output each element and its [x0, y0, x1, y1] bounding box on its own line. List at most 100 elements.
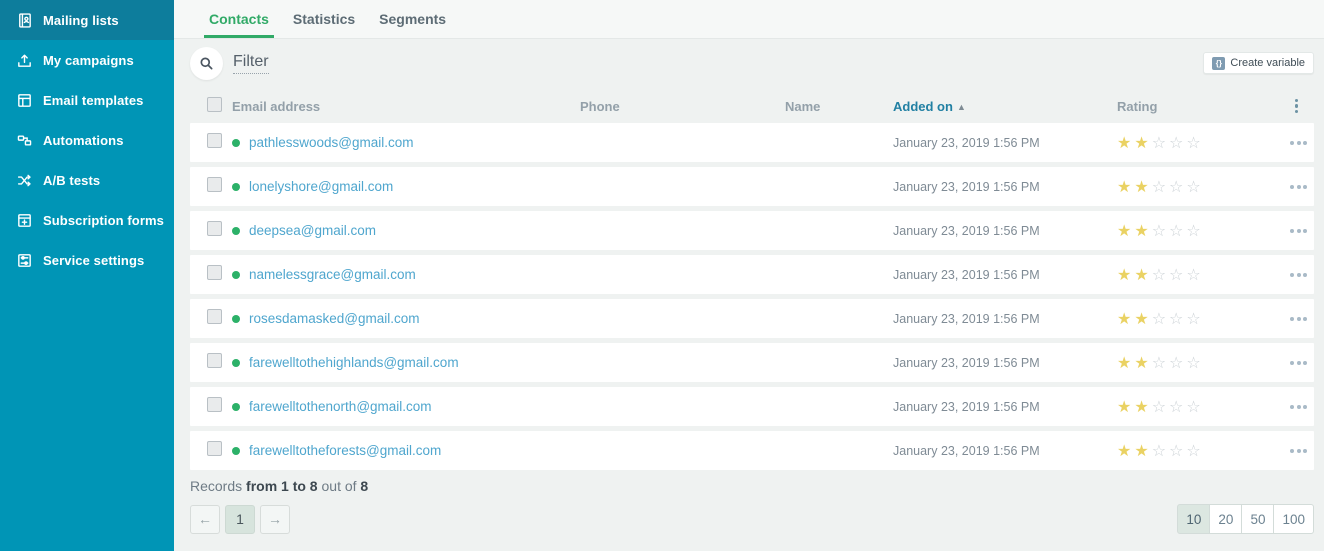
sidebar-item-mailing-lists[interactable]: Mailing lists [0, 0, 174, 40]
row-checkbox[interactable] [207, 440, 222, 456]
row-menu-icon[interactable] [1287, 402, 1310, 412]
star-filled-icon: ★ [1117, 310, 1132, 328]
sidebar-nav: Mailing lists My campaigns Email templat… [0, 0, 174, 280]
page-1-button[interactable]: 1 [225, 504, 255, 534]
star-empty-icon: ☆ [1186, 354, 1201, 372]
added-on-cell: January 23, 2019 1:56 PM [893, 399, 1040, 414]
star-filled-icon: ★ [1117, 222, 1132, 240]
row-checkbox[interactable] [207, 396, 222, 412]
rating-stars: ★ ★ ☆ ☆ ☆ [1117, 265, 1287, 285]
page-size-10-button[interactable]: 10 [1177, 504, 1211, 534]
sidebar-item-email-templates[interactable]: Email templates [0, 80, 174, 120]
row-checkbox[interactable] [207, 308, 222, 324]
star-empty-icon: ☆ [1169, 310, 1184, 328]
email-link[interactable]: pathlesswoods@gmail.com [249, 135, 414, 150]
row-menu-icon[interactable] [1287, 182, 1310, 192]
star-empty-icon: ☆ [1186, 178, 1201, 196]
sidebar-item-label: Automations [43, 132, 124, 148]
page-size-100-button[interactable]: 100 [1273, 504, 1314, 534]
column-header-phone[interactable]: Phone [580, 99, 785, 114]
records-label: Records [190, 478, 243, 494]
page-size-50-button[interactable]: 50 [1241, 504, 1275, 534]
select-all-checkbox[interactable] [207, 97, 222, 112]
tab-segments[interactable]: Segments [374, 0, 451, 38]
row-checkbox[interactable] [207, 264, 222, 280]
email-link[interactable]: deepsea@gmail.com [249, 223, 376, 238]
prev-page-button[interactable]: ← [190, 504, 220, 534]
email-link[interactable]: namelessgrace@gmail.com [249, 267, 416, 282]
email-link[interactable]: lonelyshore@gmail.com [249, 179, 393, 194]
tab-statistics[interactable]: Statistics [288, 0, 360, 38]
email-link[interactable]: rosesdamasked@gmail.com [249, 311, 420, 326]
email-link[interactable]: farewelltotheforests@gmail.com [249, 443, 441, 458]
star-empty-icon: ☆ [1151, 178, 1167, 196]
added-on-label: Added on [893, 98, 953, 114]
rating-stars: ★ ★ ☆ ☆ ☆ [1117, 353, 1287, 373]
star-empty-icon: ☆ [1169, 178, 1184, 196]
row-checkbox[interactable] [207, 220, 222, 236]
filter-label[interactable]: Filter [233, 53, 269, 74]
column-header-name[interactable]: Name [785, 99, 893, 114]
row-menu-icon[interactable] [1287, 138, 1310, 148]
star-empty-icon: ☆ [1169, 134, 1184, 152]
ab-test-icon [14, 171, 34, 189]
column-settings-icon[interactable] [1293, 97, 1301, 116]
table-row: farewelltothenorth@gmail.com January 23,… [190, 387, 1314, 426]
star-filled-icon: ★ [1134, 134, 1149, 152]
sidebar-item-a-b-tests[interactable]: A/B tests [0, 160, 174, 200]
row-checkbox[interactable] [207, 352, 222, 368]
records-total: 8 [360, 478, 369, 494]
search-icon[interactable] [190, 46, 223, 80]
email-templates-icon [14, 91, 34, 109]
records-out-of: out of [321, 478, 357, 494]
row-menu-icon[interactable] [1287, 446, 1310, 456]
table-row: deepsea@gmail.com January 23, 2019 1:56 … [190, 211, 1314, 250]
status-dot-icon [232, 182, 240, 191]
row-menu-icon[interactable] [1287, 314, 1310, 324]
sidebar-item-automations[interactable]: Automations [0, 120, 174, 160]
email-link[interactable]: farewelltothenorth@gmail.com [249, 399, 432, 414]
sidebar-item-subscription-forms[interactable]: Subscription forms [0, 200, 174, 240]
table-row: lonelyshore@gmail.com January 23, 2019 1… [190, 167, 1314, 206]
star-empty-icon: ☆ [1186, 442, 1201, 460]
status-dot-icon [232, 358, 240, 367]
column-header-rating[interactable]: Rating [1117, 99, 1287, 114]
app-window: Mailing lists My campaigns Email templat… [0, 0, 1324, 551]
table-row: farewelltotheforests@gmail.com January 2… [190, 431, 1314, 470]
star-filled-icon: ★ [1134, 398, 1149, 416]
row-menu-icon[interactable] [1287, 270, 1310, 280]
table-header: Email address Phone Name Added on ▲ Ratin… [190, 89, 1314, 123]
star-empty-icon: ☆ [1186, 134, 1201, 152]
row-checkbox[interactable] [207, 176, 222, 192]
row-checkbox[interactable] [207, 132, 222, 148]
variable-icon: {} [1212, 56, 1226, 70]
row-menu-icon[interactable] [1287, 358, 1310, 368]
star-filled-icon: ★ [1117, 134, 1132, 152]
sidebar-item-my-campaigns[interactable]: My campaigns [0, 40, 174, 80]
added-on-cell: January 23, 2019 1:56 PM [893, 311, 1040, 326]
star-filled-icon: ★ [1134, 310, 1149, 328]
table-row: farewelltothehighlands@gmail.com January… [190, 343, 1314, 382]
page-size-20-button[interactable]: 20 [1209, 504, 1243, 534]
automation-icon [14, 131, 34, 149]
next-page-button[interactable]: → [260, 504, 290, 534]
sidebar-item-service-settings[interactable]: Service settings [0, 240, 174, 280]
star-empty-icon: ☆ [1151, 354, 1167, 372]
table-row: pathlesswoods@gmail.com January 23, 2019… [190, 123, 1314, 162]
rating-stars: ★ ★ ☆ ☆ ☆ [1117, 397, 1287, 417]
column-header-added-on[interactable]: Added on ▲ [893, 99, 1117, 114]
row-menu-icon[interactable] [1287, 226, 1310, 236]
filter-row: Filter {} Create variable [190, 41, 1314, 85]
email-link[interactable]: farewelltothehighlands@gmail.com [249, 355, 459, 370]
sidebar: Mailing lists My campaigns Email templat… [0, 0, 174, 551]
tab-contacts[interactable]: Contacts [204, 0, 274, 38]
address-book-icon [14, 11, 34, 29]
sidebar-item-label: My campaigns [43, 52, 134, 68]
star-empty-icon: ☆ [1169, 442, 1184, 460]
create-variable-button[interactable]: {} Create variable [1203, 52, 1314, 74]
tab-bar: Contacts Statistics Segments [174, 0, 1324, 39]
star-empty-icon: ☆ [1151, 442, 1167, 460]
star-empty-icon: ☆ [1169, 398, 1184, 416]
column-header-email[interactable]: Email address [232, 99, 580, 114]
status-dot-icon [232, 138, 240, 147]
